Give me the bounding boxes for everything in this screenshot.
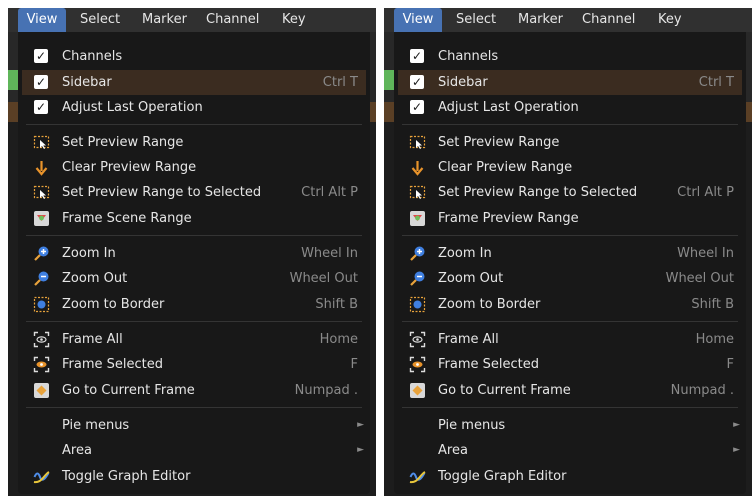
menu-item-go-to-current-frame[interactable]: Go to Current Frame Numpad .	[398, 378, 742, 403]
menu-item-go-to-current-frame[interactable]: Go to Current Frame Numpad .	[22, 378, 366, 403]
menubar: View Select Marker Channel Key	[384, 8, 752, 32]
view-menu: ✓ Channels ✓ Sidebar Ctrl T ✓ Adjust Las…	[394, 32, 746, 494]
menu-channel[interactable]: Channel	[582, 8, 635, 32]
submenu-arrow-icon: ►	[357, 445, 364, 455]
zoom-in-icon	[410, 246, 425, 261]
frame-all-icon	[409, 331, 426, 348]
menu-item-frame-selected[interactable]: Frame Selected F	[398, 352, 742, 377]
menu-channel[interactable]: Channel	[206, 8, 259, 32]
view-menu-panel-preview: View Select Marker Channel Key 20 30 40 …	[384, 8, 752, 496]
menu-item-frame-selected[interactable]: Frame Selected F	[22, 352, 366, 377]
frame-selected-icon	[409, 356, 426, 373]
menu-item-channels[interactable]: ✓ Channels	[398, 44, 742, 69]
frame-range-icon	[410, 211, 425, 226]
menu-select[interactable]: Select	[456, 8, 496, 32]
menu-item-zoom-out[interactable]: Zoom Out Wheel Out	[398, 266, 742, 291]
graph-editor-icon	[409, 471, 426, 484]
menu-item-toggle-graph-editor[interactable]: Toggle Graph Editor	[398, 464, 742, 489]
menu-item-channels[interactable]: ✓ Channels	[22, 44, 366, 69]
preview-range-icon	[33, 135, 50, 149]
frame-selected-icon	[33, 356, 50, 373]
menu-item-pie-menus[interactable]: Pie menus ►	[22, 413, 366, 438]
preview-range-icon	[33, 185, 50, 199]
menu-item-clear-preview-range[interactable]: Clear Preview Range	[398, 155, 742, 180]
menu-item-set-preview-range-to-selected[interactable]: Set Preview Range to Selected Ctrl Alt P	[22, 180, 366, 205]
current-frame-icon	[410, 383, 425, 398]
submenu-arrow-icon: ►	[733, 445, 740, 455]
current-frame-icon	[34, 383, 49, 398]
menu-item-zoom-in[interactable]: Zoom In Wheel In	[22, 241, 366, 266]
checkbox-checked-icon[interactable]: ✓	[410, 49, 424, 63]
menu-item-sidebar[interactable]: ✓ Sidebar Ctrl T	[398, 70, 742, 95]
menu-view[interactable]: View	[394, 8, 442, 32]
checkbox-checked-icon[interactable]: ✓	[34, 75, 48, 89]
menu-item-pie-menus[interactable]: Pie menus ►	[398, 413, 742, 438]
menu-item-zoom-in[interactable]: Zoom In Wheel In	[398, 241, 742, 266]
menu-item-set-preview-range-to-selected[interactable]: Set Preview Range to Selected Ctrl Alt P	[398, 180, 742, 205]
menu-item-zoom-to-border[interactable]: Zoom to Border Shift B	[398, 292, 742, 317]
checkbox-checked-icon[interactable]: ✓	[34, 49, 48, 63]
separator	[402, 124, 738, 125]
separator	[26, 321, 362, 322]
channel-color-strip	[384, 70, 394, 90]
menu-view[interactable]: View	[18, 8, 66, 32]
preview-range-icon	[409, 135, 426, 149]
graph-editor-icon	[33, 471, 50, 484]
frame-all-icon	[33, 331, 50, 348]
view-menu-panel-scene: View Select Marker Channel Key 20 30 40 …	[8, 8, 376, 496]
zoom-out-icon	[34, 271, 49, 286]
menu-item-adjust-last-operation[interactable]: ✓ Adjust Last Operation	[22, 95, 366, 120]
separator	[26, 124, 362, 125]
menu-key[interactable]: Key	[658, 8, 682, 32]
zoom-in-icon	[34, 246, 49, 261]
menu-item-zoom-to-border[interactable]: Zoom to Border Shift B	[22, 292, 366, 317]
separator	[402, 321, 738, 322]
frame-range-icon	[34, 211, 49, 226]
checkbox-checked-icon[interactable]: ✓	[410, 75, 424, 89]
menu-item-set-preview-range[interactable]: Set Preview Range	[22, 130, 366, 155]
view-menu: ✓ Channels ✓ Sidebar Ctrl T ✓ Adjust Las…	[18, 32, 370, 494]
menu-item-area[interactable]: Area ►	[22, 438, 366, 463]
zoom-out-icon	[410, 271, 425, 286]
menu-marker[interactable]: Marker	[518, 8, 563, 32]
menu-item-zoom-out[interactable]: Zoom Out Wheel Out	[22, 266, 366, 291]
checkbox-checked-icon[interactable]: ✓	[410, 100, 424, 114]
menu-item-toggle-graph-editor[interactable]: Toggle Graph Editor	[22, 464, 366, 489]
menu-item-sidebar[interactable]: ✓ Sidebar Ctrl T	[22, 70, 366, 95]
menu-item-frame-scene-range[interactable]: Frame Scene Range	[22, 206, 366, 231]
zoom-border-icon	[409, 296, 426, 313]
menu-item-adjust-last-operation[interactable]: ✓ Adjust Last Operation	[398, 95, 742, 120]
menu-item-set-preview-range[interactable]: Set Preview Range	[398, 130, 742, 155]
separator	[26, 235, 362, 236]
channel-color-strip	[8, 70, 18, 90]
menu-item-frame-all[interactable]: Frame All Home	[22, 327, 366, 352]
submenu-arrow-icon: ►	[733, 420, 740, 430]
menu-item-frame-preview-range[interactable]: Frame Preview Range	[398, 206, 742, 231]
arrow-down-icon	[35, 161, 48, 176]
menu-key[interactable]: Key	[282, 8, 306, 32]
menubar: View Select Marker Channel Key	[8, 8, 376, 32]
arrow-down-icon	[411, 161, 424, 176]
separator	[26, 407, 362, 408]
zoom-border-icon	[33, 296, 50, 313]
menu-item-frame-all[interactable]: Frame All Home	[398, 327, 742, 352]
menu-item-area[interactable]: Area ►	[398, 438, 742, 463]
submenu-arrow-icon: ►	[357, 420, 364, 430]
menu-select[interactable]: Select	[80, 8, 120, 32]
separator	[402, 407, 738, 408]
separator	[402, 235, 738, 236]
checkbox-checked-icon[interactable]: ✓	[34, 100, 48, 114]
menu-item-clear-preview-range[interactable]: Clear Preview Range	[22, 155, 366, 180]
menu-marker[interactable]: Marker	[142, 8, 187, 32]
preview-range-icon	[409, 185, 426, 199]
